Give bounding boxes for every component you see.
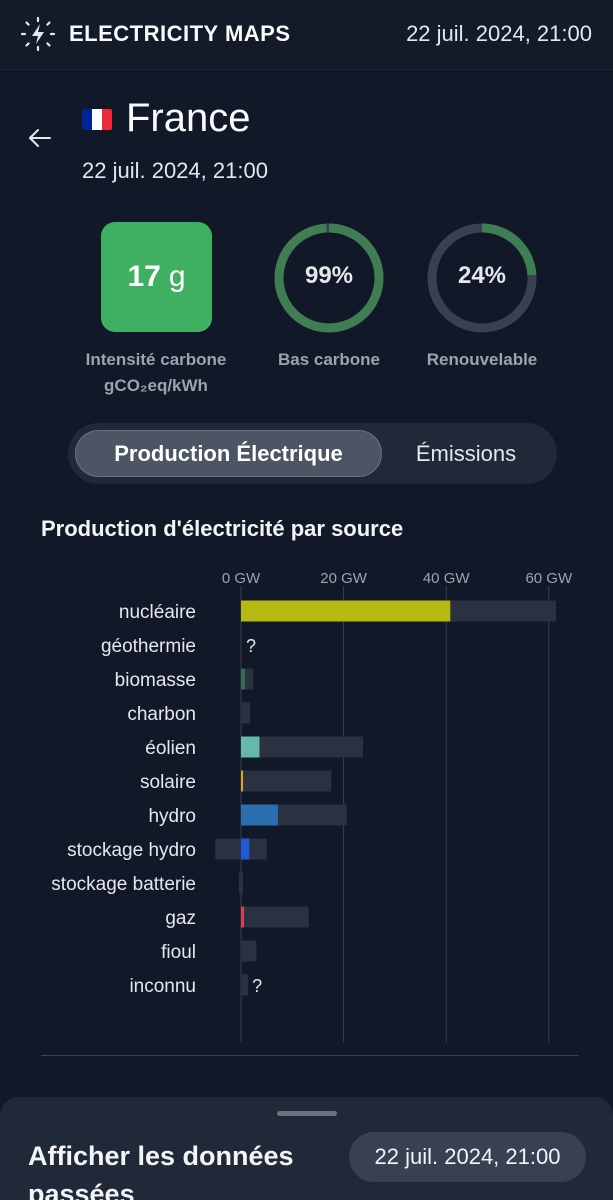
capacity-bar (241, 906, 309, 928)
renewable-value: 24% (457, 262, 507, 289)
category-label: gaz (165, 908, 196, 929)
capacity-bar (241, 940, 257, 962)
capacity-bar (238, 872, 244, 894)
tab-emissions[interactable]: Émissions (388, 430, 544, 477)
production-bar (241, 668, 246, 690)
unknown-marker: ? (252, 976, 262, 996)
category-label: solaire (140, 772, 196, 793)
sheet-handle[interactable] (277, 1111, 337, 1116)
brand-name[interactable]: ELECTRICITY MAPS (69, 21, 291, 47)
capacity-bar (241, 974, 249, 996)
category-label: géothermie (101, 636, 196, 657)
arrow-left-icon[interactable] (24, 122, 56, 154)
top-bar: ELECTRICITY MAPS 22 juil. 2024, 21:00 (0, 0, 613, 70)
low-carbon-ring: 99% (273, 222, 385, 334)
production-bar (241, 838, 250, 860)
history-date-button[interactable]: 22 juil. 2024, 21:00 (349, 1132, 586, 1182)
renewable-label: Renouvelable (426, 350, 538, 369)
tab-production[interactable]: Production Électrique (75, 430, 382, 477)
low-carbon-label: Bas carbone (277, 350, 381, 369)
bolt-logo-icon[interactable] (20, 16, 56, 52)
category-label: biomasse (115, 670, 196, 691)
x-tick-label: 20 GW (320, 570, 368, 587)
category-label: nucléaire (119, 602, 196, 623)
production-chart: 0 GW 20 GW 40 GW 60 GW nucléaire géothermie ? b… (51, 570, 573, 1043)
history-sheet[interactable]: Afficher les données passées 22 juil. 20… (0, 1097, 613, 1200)
carbon-intensity-label: Intensité carbone gCO₂eq/kWh (85, 350, 227, 395)
x-tick-label: 0 GW (222, 570, 261, 587)
category-label: stockage batterie (51, 874, 196, 895)
category-label: fioul (161, 942, 196, 963)
category-label: inconnu (129, 976, 196, 997)
production-bar (241, 906, 245, 928)
mode-toggle: Production Électrique Émissions (68, 423, 557, 484)
category-label: éolien (145, 738, 196, 759)
divider (41, 1055, 579, 1056)
header-datetime: 22 juil. 2024, 21:00 (406, 21, 592, 46)
x-tick-label: 40 GW (423, 570, 471, 587)
zone-datetime: 22 juil. 2024, 21:00 (82, 158, 268, 183)
low-carbon-value: 99% (304, 262, 354, 289)
carbon-intensity-badge: 17 g (101, 222, 212, 332)
production-bar (241, 770, 244, 792)
section-title: Production d'électricité par source (41, 516, 404, 541)
history-title: Afficher les données passées (28, 1141, 294, 1200)
zone-name: France (126, 96, 251, 140)
category-label: charbon (127, 704, 196, 725)
production-bar (241, 600, 451, 622)
category-label: hydro (148, 806, 196, 827)
carbon-intensity-value: 17 (127, 260, 161, 293)
unknown-marker: ? (246, 636, 256, 656)
x-tick-label: 60 GW (525, 570, 573, 587)
production-bar (241, 736, 260, 758)
category-label: stockage hydro (67, 840, 196, 861)
capacity-bar (241, 702, 251, 724)
france-flag-icon (82, 109, 112, 130)
production-bar (241, 804, 278, 826)
capacity-bar (241, 770, 332, 792)
carbon-intensity-unit: g (168, 260, 186, 293)
renewable-ring: 24% (426, 222, 538, 334)
